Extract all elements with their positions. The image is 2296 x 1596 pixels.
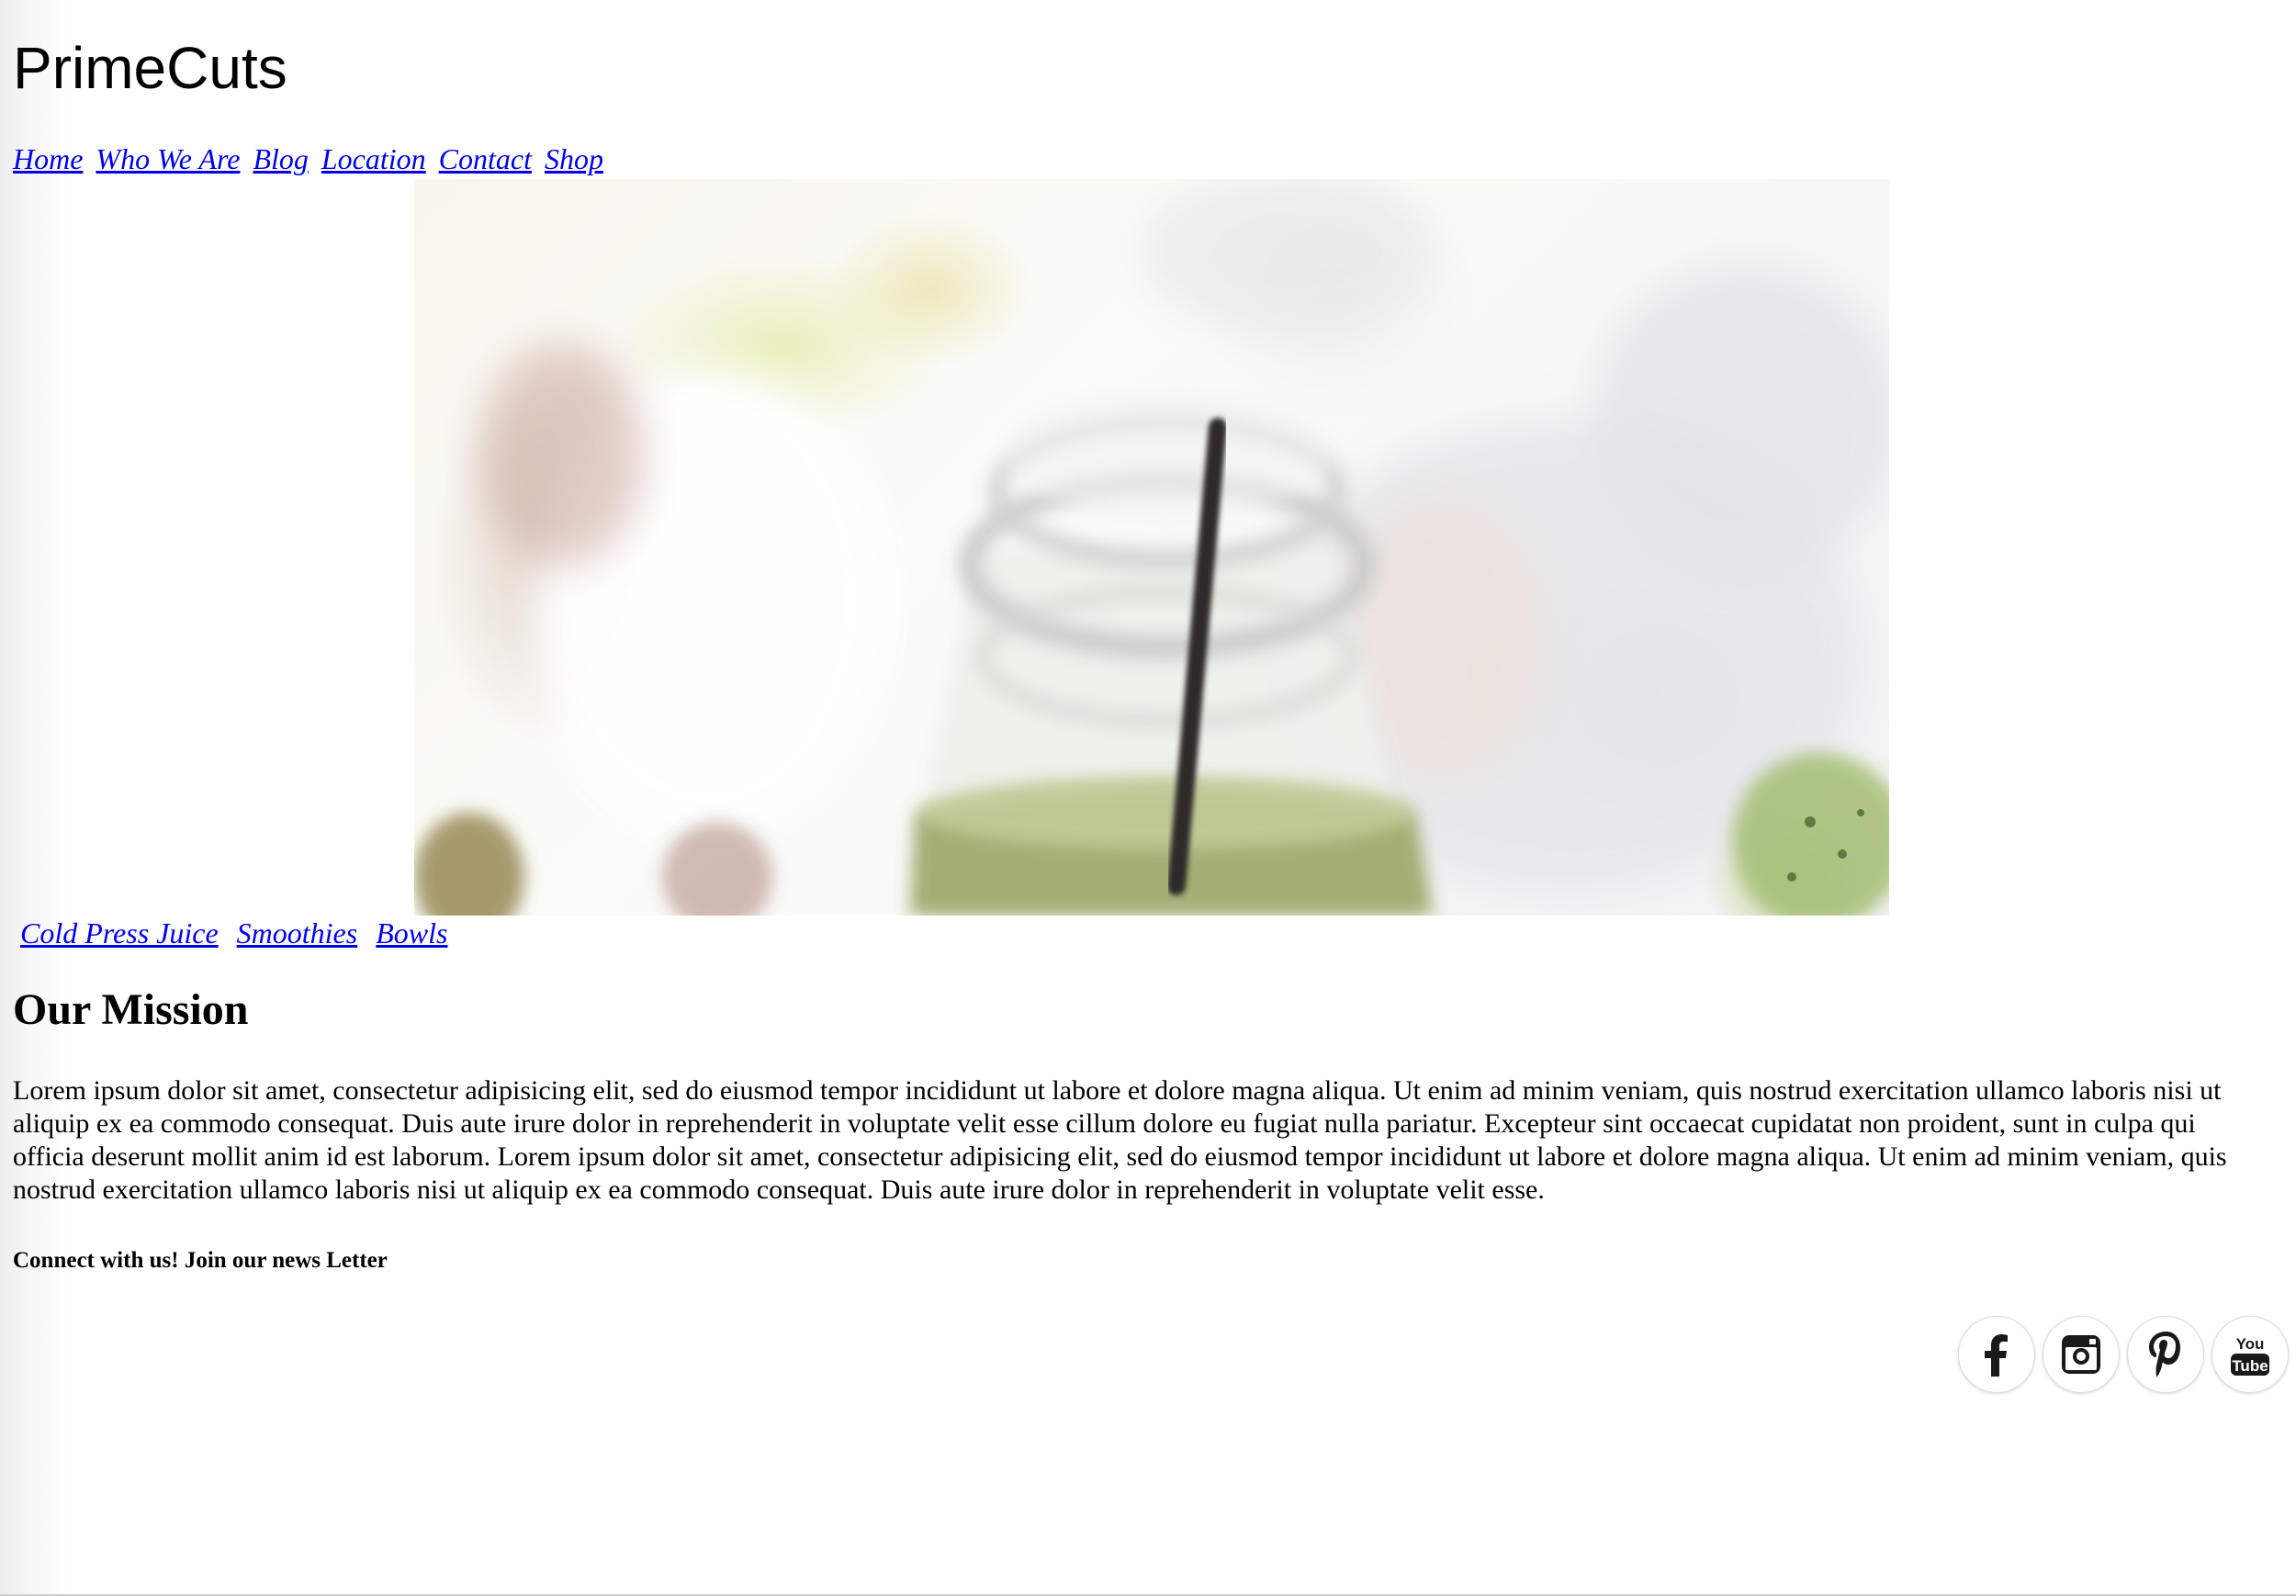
mission-paragraph: Lorem ipsum dolor sit amet, consectetur …	[13, 1075, 2227, 1205]
newsletter-prompt: Connect with us! Join our news Letter	[13, 1248, 388, 1273]
instagram-icon	[2062, 1335, 2100, 1374]
nav-link-home[interactable]: Home	[13, 142, 83, 175]
social-links: You Tube	[1958, 1316, 2289, 1393]
youtube-button[interactable]: You Tube	[2212, 1316, 2289, 1393]
nav-link-blog[interactable]: Blog	[253, 142, 308, 175]
site-brand: PrimeCuts	[13, 35, 287, 101]
pinterest-button[interactable]	[2127, 1316, 2204, 1393]
juice-bottle-illustration	[414, 179, 1889, 916]
main-nav: Home Who We Are Blog Location Contact Sh…	[13, 140, 609, 177]
nav-link-who-we-are[interactable]: Who We Are	[96, 142, 240, 175]
youtube-icon-text-top: You	[2236, 1335, 2265, 1353]
mission-heading: Our Mission	[13, 985, 249, 1034]
facebook-button[interactable]	[1958, 1316, 2035, 1393]
nav-link-contact[interactable]: Contact	[439, 142, 532, 175]
instagram-button[interactable]	[2043, 1316, 2120, 1393]
category-link-bowls[interactable]: Bowls	[376, 916, 447, 950]
pinterest-icon	[2149, 1332, 2180, 1377]
nav-link-location[interactable]: Location	[321, 142, 426, 175]
category-nav: Cold Press Juice Smoothies Bowls	[20, 914, 458, 952]
youtube-icon-text-bottom: Tube	[2232, 1357, 2268, 1375]
nav-link-shop[interactable]: Shop	[545, 142, 603, 175]
category-link-cold-press-juice[interactable]: Cold Press Juice	[20, 916, 219, 950]
hero-image	[414, 179, 1889, 916]
facebook-icon	[1985, 1334, 2008, 1377]
category-link-smoothies[interactable]: Smoothies	[237, 916, 358, 950]
youtube-icon: You Tube	[2231, 1335, 2269, 1376]
page: PrimeCuts Home Who We Are Blog Location …	[0, 0, 2296, 1596]
